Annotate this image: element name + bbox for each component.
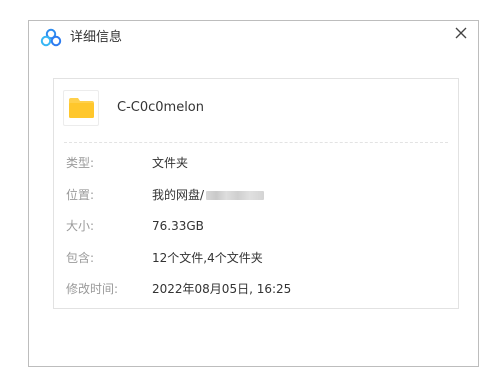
detail-row-contains: 包含: 12个文件,4个文件夹: [54, 248, 458, 268]
detail-value: 2022年08月05日, 16:25: [152, 282, 292, 296]
detail-label: 修改时间:: [66, 282, 119, 296]
details-panel: C-C0c0melon 类型: 文件夹 位置: 我的网盘/ 大小: 76.33G…: [53, 78, 459, 309]
detail-row-size: 大小: 76.33GB: [54, 216, 458, 236]
divider: [64, 142, 448, 143]
file-name: C-C0c0melon: [117, 100, 205, 115]
detail-label: 大小:: [66, 219, 95, 233]
detail-value: 文件夹: [152, 156, 189, 170]
file-thumbnail: [63, 90, 99, 126]
file-header: C-C0c0melon: [54, 79, 458, 143]
redacted-path: [206, 191, 265, 200]
detail-row-location: 位置: 我的网盘/: [54, 185, 458, 205]
folder-icon: [69, 98, 94, 118]
detail-row-modified: 修改时间: 2022年08月05日, 16:25: [54, 279, 458, 299]
location-text: 我的网盘/: [152, 188, 205, 202]
close-icon[interactable]: [453, 25, 469, 41]
detail-row-type: 类型: 文件夹: [54, 153, 458, 173]
detail-value: 12个文件,4个文件夹: [152, 251, 263, 265]
detail-label: 包含:: [66, 251, 95, 265]
baidu-netdisk-cloud-icon: [40, 28, 62, 48]
detail-label: 位置:: [66, 188, 95, 202]
detail-value: 76.33GB: [152, 219, 204, 233]
detail-label: 类型:: [66, 156, 95, 170]
details-dialog: 详细信息 C-C0c0melon 类型: 文件夹 位置: 我的网盘/ 大小: 7…: [28, 20, 479, 367]
dialog-title: 详细信息: [70, 30, 123, 45]
dialog-header: 详细信息: [29, 21, 478, 55]
detail-value-location: 我的网盘/: [152, 185, 265, 205]
